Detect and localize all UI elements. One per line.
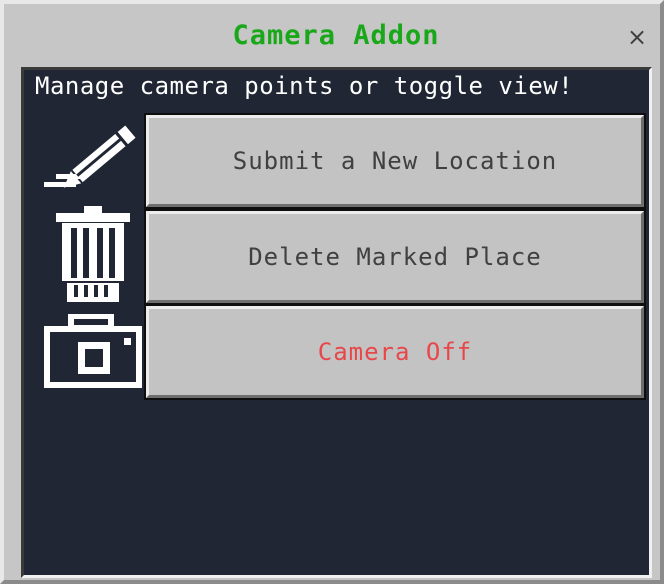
dialog-body-text: Manage camera points or toggle view! [35,72,574,100]
camera-off-button[interactable]: Camera Off [144,304,646,400]
close-button[interactable]: × [622,20,652,54]
dialog-title: Camera Addon [232,20,440,51]
pencil-icon [44,125,136,188]
camera-addon-dialog: Camera Addon × Manage camera points or t… [0,0,664,584]
delete-marked-place-button[interactable]: Delete Marked Place [144,209,646,305]
trash-can-icon [56,206,130,302]
submit-new-location-button[interactable]: Submit a New Location [144,113,646,209]
camera-icon [44,314,142,388]
